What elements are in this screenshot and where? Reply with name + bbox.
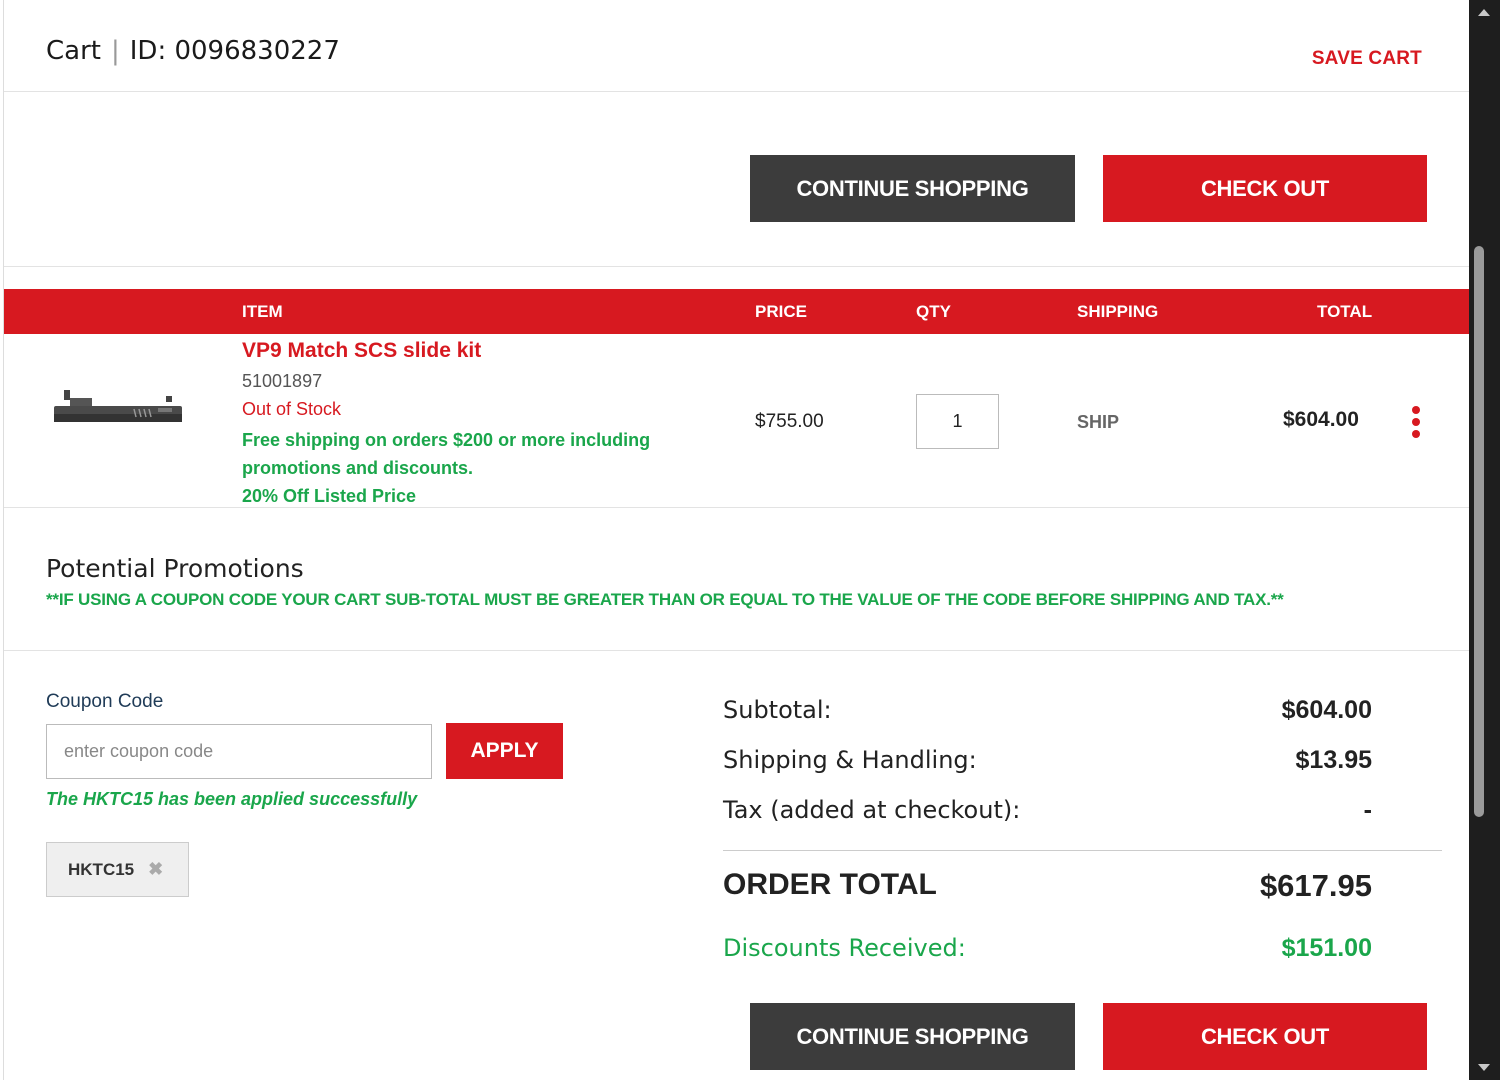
product-image[interactable] <box>50 384 190 444</box>
scroll-down-arrow-icon[interactable] <box>1478 1064 1490 1071</box>
coupon-notice: **IF USING A COUPON CODE YOUR CART SUB-T… <box>46 590 1284 609</box>
coupon-code-input[interactable] <box>46 724 432 779</box>
save-cart-link[interactable]: SAVE CART <box>1312 48 1422 70</box>
tax-label: Tax (added at checkout): <box>723 796 1021 824</box>
order-total-value: $617.95 <box>1259 868 1372 903</box>
discounts-label: Discounts Received: <box>723 934 966 962</box>
slide-kit-icon <box>54 390 182 422</box>
product-sku: 51001897 <box>242 371 323 391</box>
discounts-value: $151.00 <box>1281 934 1372 962</box>
subtotal-value: $604.00 <box>1281 696 1372 724</box>
column-header-shipping: SHIPPING <box>1077 302 1159 321</box>
item-price: $755.00 <box>755 411 824 432</box>
item-total: $604.00 <box>1283 408 1359 431</box>
cart-id: ID: 0096830227 <box>129 36 340 66</box>
bottom-actions: CONTINUE SHOPPING CHECK OUT <box>4 1003 1470 1080</box>
column-header-price: PRICE <box>755 302 807 321</box>
column-header-qty: QTY <box>916 302 951 321</box>
potential-promotions: Potential Promotions **IF USING A COUPON… <box>4 508 1470 651</box>
cart-title: Cart | ID: 0096830227 <box>46 36 340 66</box>
cart-page: Cart | ID: 0096830227 SAVE CART CONTINUE S… <box>3 0 1470 1080</box>
apply-coupon-button[interactable]: APPLY <box>446 723 563 779</box>
scroll-up-arrow-icon[interactable] <box>1478 9 1490 16</box>
free-shipping-promo: Free shipping on orders $200 or more inc… <box>242 430 651 478</box>
top-actions: CONTINUE SHOPPING CHECK OUT <box>4 92 1470 267</box>
continue-shopping-button[interactable]: CONTINUE SHOPPING <box>750 155 1075 222</box>
check-out-button-bottom[interactable]: CHECK OUT <box>1103 1003 1427 1070</box>
more-vertical-icon[interactable] <box>1409 406 1423 442</box>
promotions-title: Potential Promotions <box>46 554 304 583</box>
coupon-success-message: The HKTC15 has been applied successfully <box>46 789 418 809</box>
coupon-code-label: Coupon Code <box>46 691 164 712</box>
product-name-link[interactable]: VP9 Match SCS slide kit <box>242 339 481 363</box>
summary-divider <box>723 850 1442 851</box>
vertical-scrollbar[interactable] <box>1469 0 1500 1080</box>
applied-coupon-chip: HKTC15 ✖ <box>46 842 189 897</box>
scrollbar-thumb[interactable] <box>1474 246 1484 817</box>
applied-coupon-code: HKTC15 <box>68 859 135 879</box>
order-total-label: ORDER TOTAL <box>723 868 937 901</box>
cart-label: Cart <box>46 36 101 66</box>
subtotal-label: Subtotal: <box>723 696 832 724</box>
cart-header: Cart | ID: 0096830227 SAVE CART <box>4 0 1470 92</box>
cart-table-header: ITEM PRICE QTY SHIPPING TOTAL <box>4 289 1470 334</box>
shipping-value: $13.95 <box>1295 746 1372 774</box>
discount-promo: 20% Off Listed Price <box>242 486 417 506</box>
stock-status: Out of Stock <box>242 399 342 419</box>
tax-value: - <box>1363 796 1372 824</box>
column-header-total: TOTAL <box>1317 302 1373 321</box>
item-promotions: Free shipping on orders $200 or more inc… <box>242 426 712 510</box>
cart-item-row: VP9 Match SCS slide kit 51001897 Out of … <box>4 334 1470 508</box>
column-header-item: ITEM <box>242 302 283 321</box>
title-separator: | <box>110 36 120 66</box>
remove-coupon-icon[interactable]: ✖ <box>148 859 163 880</box>
item-shipping-method: SHIP <box>1077 412 1120 432</box>
continue-shopping-button-bottom[interactable]: CONTINUE SHOPPING <box>750 1003 1075 1070</box>
check-out-button[interactable]: CHECK OUT <box>1103 155 1427 222</box>
shipping-label: Shipping & Handling: <box>723 746 977 774</box>
quantity-input[interactable] <box>916 394 999 449</box>
